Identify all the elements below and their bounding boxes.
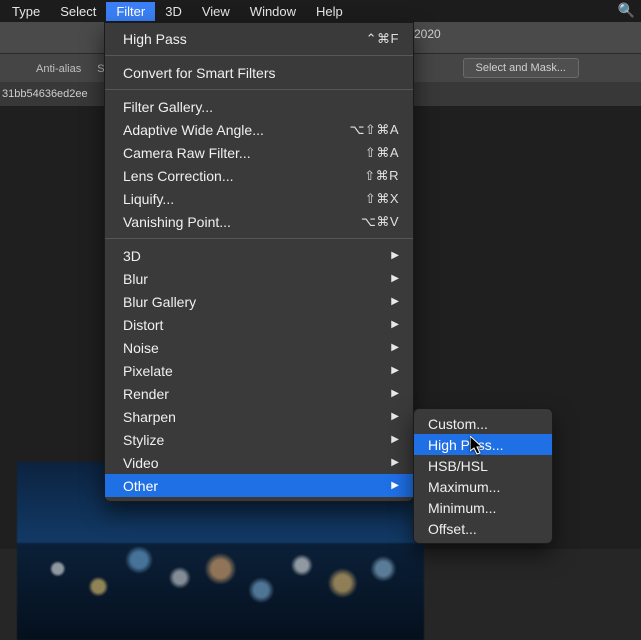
select-and-mask-button[interactable]: Select and Mask...	[463, 58, 580, 78]
menu-item-label: Render	[123, 385, 169, 403]
menu-item-label: Filter Gallery...	[123, 98, 213, 116]
filter-last-used[interactable]: High Pass ⌃⌘F	[105, 27, 413, 50]
other-minimum[interactable]: Minimum...	[414, 497, 552, 518]
apple-icon: 🔍	[618, 2, 635, 19]
filter-sub-pixelate[interactable]: Pixelate ▶	[105, 359, 413, 382]
menu-separator	[105, 89, 413, 90]
filter-sub-distort[interactable]: Distort ▶	[105, 313, 413, 336]
menu-item-label: Convert for Smart Filters	[123, 64, 275, 82]
menu-3d[interactable]: 3D	[155, 2, 192, 21]
menu-item-label: Camera Raw Filter...	[123, 144, 251, 162]
submenu-arrow-icon: ▶	[391, 339, 399, 357]
other-high-pass[interactable]: High Pass...	[414, 434, 552, 455]
other-hsb-hsl[interactable]: HSB/HSL	[414, 455, 552, 476]
filter-sub-noise[interactable]: Noise ▶	[105, 336, 413, 359]
filter-vanishing-point[interactable]: Vanishing Point... ⌥⌘V	[105, 210, 413, 233]
menu-separator	[105, 238, 413, 239]
menu-item-shortcut: ⇧⌘X	[365, 190, 399, 208]
menu-item-label: Blur	[123, 270, 148, 288]
menu-item-shortcut: ⌥⌘V	[361, 213, 399, 231]
submenu-arrow-icon: ▶	[391, 385, 399, 403]
other-maximum[interactable]: Maximum...	[414, 476, 552, 497]
menu-item-shortcut: ⌥⇧⌘A	[349, 121, 399, 139]
menu-item-label: Other	[123, 477, 158, 495]
submenu-arrow-icon: ▶	[391, 408, 399, 426]
menu-item-shortcut: ⇧⌘A	[365, 144, 399, 162]
menu-item-label: Distort	[123, 316, 163, 334]
menu-item-label: High Pass	[123, 30, 187, 48]
document-tab[interactable]: 31bb54636ed2ee	[2, 88, 88, 100]
filter-other-submenu: Custom... High Pass... HSB/HSL Maximum..…	[413, 408, 553, 544]
menu-view[interactable]: View	[192, 2, 240, 21]
submenu-arrow-icon: ▶	[391, 316, 399, 334]
filter-liquify[interactable]: Liquify... ⇧⌘X	[105, 187, 413, 210]
menu-item-label: 3D	[123, 247, 141, 265]
menu-item-label: Pixelate	[123, 362, 173, 380]
submenu-arrow-icon: ▶	[391, 431, 399, 449]
menu-item-label: Adaptive Wide Angle...	[123, 121, 264, 139]
menubar: Type Select Filter 3D View Window Help 🔍	[0, 0, 641, 22]
submenu-arrow-icon: ▶	[391, 293, 399, 311]
submenu-arrow-icon: ▶	[391, 477, 399, 495]
menu-help[interactable]: Help	[306, 2, 353, 21]
filter-sub-video[interactable]: Video ▶	[105, 451, 413, 474]
other-custom[interactable]: Custom...	[414, 413, 552, 434]
menu-item-label: Liquify...	[123, 190, 174, 208]
other-offset[interactable]: Offset...	[414, 518, 552, 539]
menu-filter[interactable]: Filter	[106, 2, 155, 21]
submenu-arrow-icon: ▶	[391, 247, 399, 265]
filter-adaptive-wide-angle[interactable]: Adaptive Wide Angle... ⌥⇧⌘A	[105, 118, 413, 141]
submenu-arrow-icon: ▶	[391, 454, 399, 472]
menu-item-label: Blur Gallery	[123, 293, 196, 311]
filter-lens-correction[interactable]: Lens Correction... ⇧⌘R	[105, 164, 413, 187]
submenu-arrow-icon: ▶	[391, 270, 399, 288]
menu-item-shortcut: ⇧⌘R	[364, 167, 399, 185]
filter-sub-render[interactable]: Render ▶	[105, 382, 413, 405]
submenu-arrow-icon: ▶	[391, 362, 399, 380]
filter-sub-blur-gallery[interactable]: Blur Gallery ▶	[105, 290, 413, 313]
filter-camera-raw[interactable]: Camera Raw Filter... ⇧⌘A	[105, 141, 413, 164]
menu-item-shortcut: ⌃⌘F	[366, 30, 399, 48]
filter-menu-dropdown: High Pass ⌃⌘F Convert for Smart Filters …	[104, 22, 414, 502]
filter-sub-other[interactable]: Other ▶	[105, 474, 413, 497]
anti-alias-checkbox-label[interactable]: Anti-alias	[36, 63, 81, 75]
menu-item-label: Sharpen	[123, 408, 176, 426]
menu-item-label: Lens Correction...	[123, 167, 234, 185]
menu-item-label: Stylize	[123, 431, 164, 449]
menu-item-label: Video	[123, 454, 159, 472]
menu-item-label: Vanishing Point...	[123, 213, 231, 231]
menu-select[interactable]: Select	[50, 2, 106, 21]
menu-window[interactable]: Window	[240, 2, 306, 21]
menu-separator	[105, 55, 413, 56]
filter-sub-blur[interactable]: Blur ▶	[105, 267, 413, 290]
menu-item-label: Noise	[123, 339, 159, 357]
filter-sub-3d[interactable]: 3D ▶	[105, 244, 413, 267]
doc-title-label: 2020	[414, 27, 441, 41]
filter-sub-stylize[interactable]: Stylize ▶	[105, 428, 413, 451]
menu-type[interactable]: Type	[2, 2, 50, 21]
filter-gallery[interactable]: Filter Gallery...	[105, 95, 413, 118]
filter-sub-sharpen[interactable]: Sharpen ▶	[105, 405, 413, 428]
filter-convert-smart[interactable]: Convert for Smart Filters	[105, 61, 413, 84]
